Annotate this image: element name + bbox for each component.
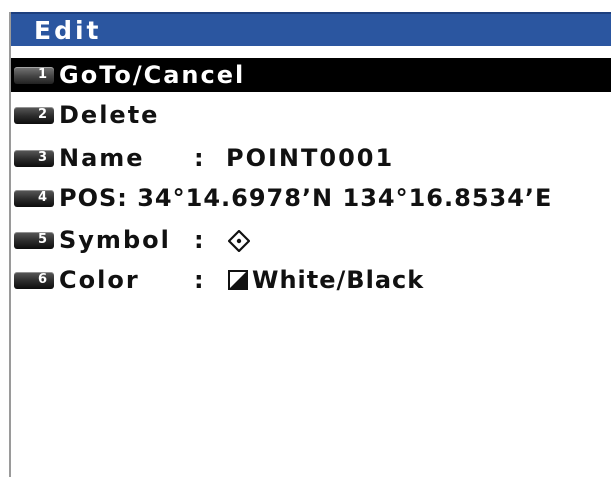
menu-item-goto-cancel[interactable]: 1 GoTo/Cancel xyxy=(11,58,611,92)
title-bar: Edit xyxy=(11,12,611,46)
window-title: Edit xyxy=(34,16,102,45)
menu-item-label: Name xyxy=(59,144,145,172)
color-value: White/Black xyxy=(252,266,425,294)
colon-separator: : xyxy=(194,266,204,294)
menu-item-color[interactable]: 6 Color : White/Black xyxy=(11,263,611,297)
number-key-icon: 3 xyxy=(14,150,54,167)
menu-item-label: GoTo/Cancel xyxy=(59,61,246,89)
number-key-icon: 1 xyxy=(14,67,54,84)
edit-screen: Edit 1 GoTo/Cancel 2 Delete 3 Name : POI… xyxy=(0,0,611,477)
menu-item-label: Color xyxy=(59,266,140,294)
position-text: POS: 34°14.6978’N 134°16.8534’E xyxy=(59,184,553,212)
number-key-icon: 4 xyxy=(14,190,54,207)
number-key-icon: 6 xyxy=(14,272,54,289)
menu-item-name[interactable]: 3 Name : POINT0001 xyxy=(11,141,611,175)
white-black-swatch-icon xyxy=(228,270,248,290)
number-key-icon: 5 xyxy=(14,232,54,249)
colon-separator: : xyxy=(194,144,204,172)
number-key-icon: 2 xyxy=(14,107,54,124)
menu-item-symbol[interactable]: 5 Symbol : xyxy=(11,223,611,257)
name-value: POINT0001 xyxy=(226,144,395,172)
menu-item-label: Symbol xyxy=(59,226,171,254)
waypoint-diamond-icon xyxy=(228,230,250,252)
menu-item-delete[interactable]: 2 Delete xyxy=(11,98,611,132)
menu-item-position[interactable]: 4 POS: 34°14.6978’N 134°16.8534’E xyxy=(11,181,611,215)
menu-item-label: Delete xyxy=(59,101,160,129)
colon-separator: : xyxy=(194,226,204,254)
